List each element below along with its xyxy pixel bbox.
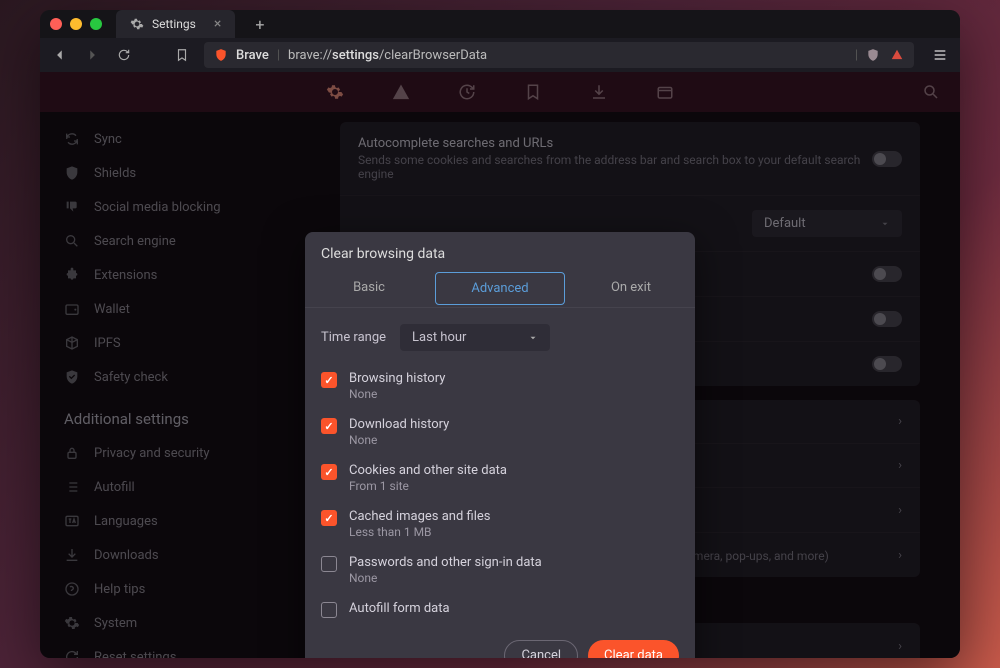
tab-basic[interactable]: Basic [305,270,433,307]
window-controls [50,18,102,30]
time-range-label: Time range [321,330,386,345]
clear-data-button[interactable]: Clear data [588,640,679,658]
clear-item-2: Cookies and other site dataFrom 1 site [321,455,679,501]
cancel-button[interactable]: Cancel [504,640,578,658]
main-menu-button[interactable] [930,45,950,65]
tab-on-exit[interactable]: On exit [567,270,695,307]
clear-item-checkbox[interactable] [321,464,337,480]
bookmark-button[interactable] [172,45,192,65]
time-range-row: Time range Last hour [321,318,679,363]
gear-icon [130,17,144,31]
clear-item-checkbox[interactable] [321,602,337,618]
back-button[interactable] [50,45,70,65]
url-path: brave://settings/clearBrowserData [288,48,487,63]
reload-button[interactable] [114,45,134,65]
tab-advanced[interactable]: Advanced [435,272,565,305]
clear-item-4: Passwords and other sign-in dataNone [321,547,679,593]
settings-content: SyncShieldsSocial media blockingSearch e… [40,72,960,658]
clear-item-checkbox[interactable] [321,510,337,526]
tab-title: Settings [152,17,196,31]
browser-tab[interactable]: Settings × [116,10,235,38]
minimize-window-button[interactable] [70,18,82,30]
chevron-down-icon [528,333,538,343]
toolbar: Brave | brave://settings/clearBrowserDat… [40,38,960,72]
shield-icon[interactable] [866,48,880,62]
clear-item-title: Browsing history [349,371,445,386]
clear-item-sub: None [349,433,449,447]
maximize-window-button[interactable] [90,18,102,30]
url-separator: | [277,48,280,63]
brave-shield-icon [214,48,228,62]
clear-item-5: Autofill form data [321,593,679,626]
dialog-title: Clear browsing data [305,232,695,270]
clear-item-title: Autofill form data [349,601,450,616]
clear-item-title: Cached images and files [349,509,490,524]
title-bar: Settings × + [40,10,960,38]
modal-backdrop[interactable]: Clear browsing data Basic Advanced On ex… [40,72,960,658]
url-brand: Brave [236,48,269,63]
clear-item-sub: Less than 1 MB [349,525,490,539]
new-tab-button[interactable]: + [249,15,270,34]
clear-item-title: Download history [349,417,449,432]
clear-item-checkbox[interactable] [321,418,337,434]
clear-item-0: Browsing historyNone [321,363,679,409]
clear-item-sub: None [349,571,542,585]
close-window-button[interactable] [50,18,62,30]
dialog-tabs: Basic Advanced On exit [305,270,695,308]
browser-window: Settings × + Brave | brave://settings/cl… [40,10,960,658]
address-bar[interactable]: Brave | brave://settings/clearBrowserDat… [204,42,914,68]
clear-item-title: Passwords and other sign-in data [349,555,542,570]
clear-item-title: Cookies and other site data [349,463,507,478]
clear-item-sub: None [349,387,445,401]
forward-button[interactable] [82,45,102,65]
address-bar-actions [866,48,904,62]
dialog-footer: Cancel Clear data [305,626,695,658]
rewards-icon[interactable] [890,48,904,62]
close-tab-button[interactable]: × [214,16,221,32]
clear-browsing-data-dialog: Clear browsing data Basic Advanced On ex… [305,232,695,658]
time-range-select[interactable]: Last hour [400,324,550,351]
clear-item-checkbox[interactable] [321,556,337,572]
clear-item-checkbox[interactable] [321,372,337,388]
clear-item-sub: From 1 site [349,479,507,493]
clear-item-3: Cached images and filesLess than 1 MB [321,501,679,547]
clear-item-1: Download historyNone [321,409,679,455]
